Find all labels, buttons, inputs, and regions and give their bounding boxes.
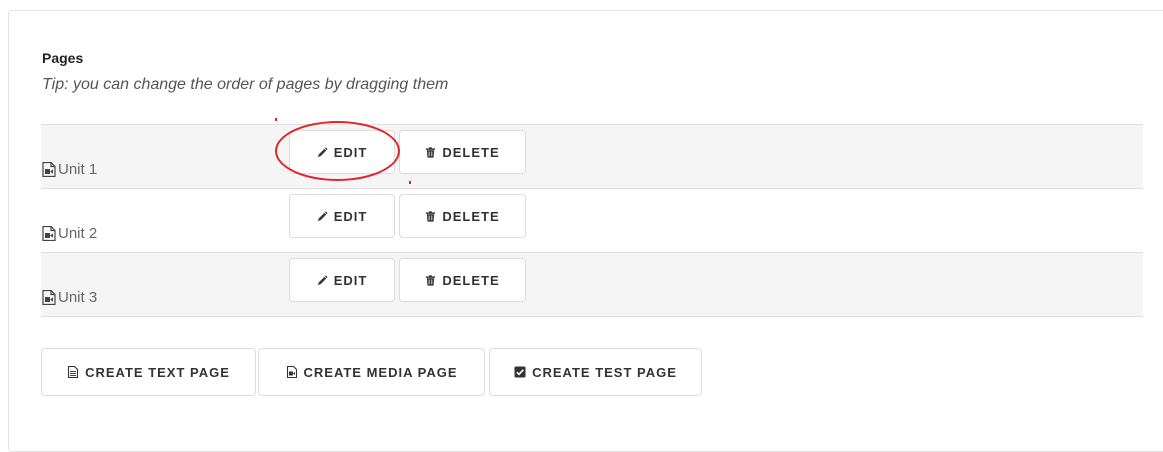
page-name-label: Unit 2 xyxy=(58,225,98,242)
edit-button[interactable]: EDIT xyxy=(289,194,395,238)
pencil-icon xyxy=(317,274,328,285)
create-media-page-label: CREATE MEDIA PAGE xyxy=(303,364,458,380)
edit-label: EDIT xyxy=(333,144,368,160)
section-title: Pages xyxy=(42,50,84,66)
delete-button[interactable]: DELETE xyxy=(399,130,526,174)
create-test-page-label: CREATE TEST PAGE xyxy=(532,364,677,380)
trash-icon xyxy=(426,146,436,158)
trash-icon xyxy=(426,274,436,286)
delete-button[interactable]: DELETE xyxy=(399,258,526,302)
pencil-icon xyxy=(317,210,328,221)
tip-text: Tip: you can change the order of pages b… xyxy=(42,76,449,93)
page-name: Unit 1 xyxy=(42,161,97,178)
trash-icon xyxy=(426,210,436,222)
page-name: Unit 2 xyxy=(42,225,97,242)
delete-label: DELETE xyxy=(442,272,500,288)
annotation-mark xyxy=(409,181,411,184)
media-file-icon xyxy=(286,366,297,378)
media-file-icon xyxy=(42,226,56,241)
page-name: Unit 3 xyxy=(42,289,97,306)
edit-button[interactable]: EDIT xyxy=(289,130,395,174)
pages-list: Unit 1 EDIT DELETE Unit 2 EDIT DELETE Un… xyxy=(41,124,1143,317)
delete-label: DELETE xyxy=(442,144,500,160)
delete-label: DELETE xyxy=(442,208,500,224)
create-media-page-button[interactable]: CREATE MEDIA PAGE xyxy=(258,348,485,396)
create-test-page-button[interactable]: CREATE TEST PAGE xyxy=(489,348,702,396)
page-name-label: Unit 3 xyxy=(58,289,98,306)
annotation-mark xyxy=(275,118,277,121)
edit-button[interactable]: EDIT xyxy=(289,258,395,302)
media-file-icon xyxy=(42,162,56,177)
page-row[interactable]: Unit 2 EDIT DELETE xyxy=(41,188,1143,252)
edit-label: EDIT xyxy=(333,208,368,224)
page-row[interactable]: Unit 3 EDIT DELETE xyxy=(41,252,1143,317)
delete-button[interactable]: DELETE xyxy=(399,194,526,238)
media-file-icon xyxy=(42,290,56,305)
page-row[interactable]: Unit 1 EDIT DELETE xyxy=(41,124,1143,188)
create-text-page-button[interactable]: CREATE TEXT PAGE xyxy=(41,348,256,396)
checkbox-icon xyxy=(514,366,526,378)
pencil-icon xyxy=(317,146,328,157)
text-file-icon xyxy=(68,366,79,378)
create-text-page-label: CREATE TEXT PAGE xyxy=(85,364,230,380)
page-name-label: Unit 1 xyxy=(58,161,98,178)
edit-label: EDIT xyxy=(333,272,368,288)
